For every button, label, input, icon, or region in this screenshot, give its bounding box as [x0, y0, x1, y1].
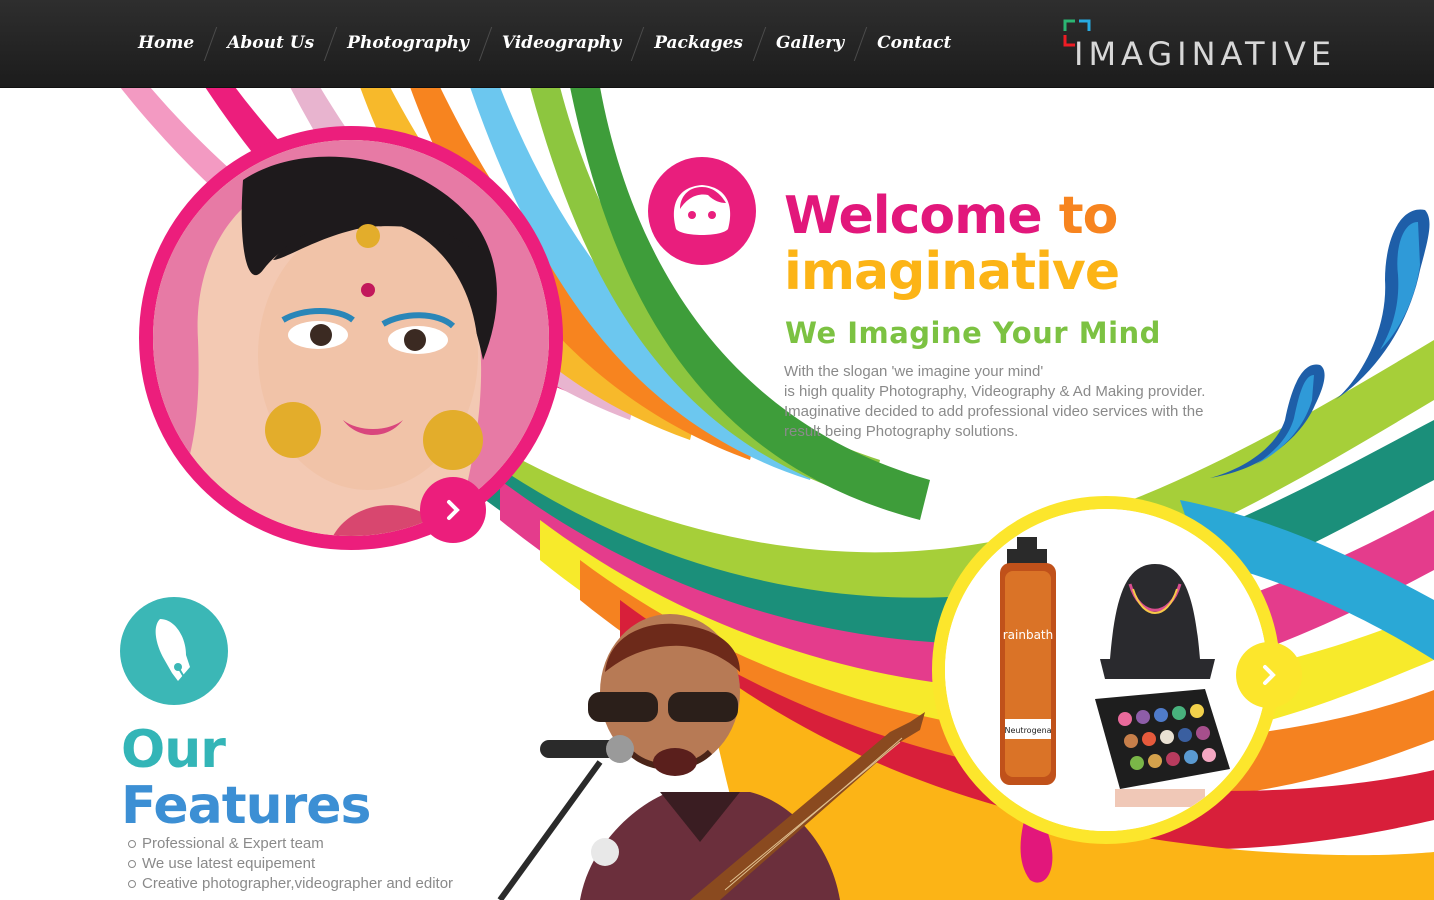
nav-videography[interactable]: Videography: [486, 0, 637, 87]
description-line: result being Photography solutions.: [784, 423, 1019, 440]
bottle-brand: Neutrogena: [1004, 726, 1051, 735]
nav-home[interactable]: Home: [122, 0, 210, 87]
description-line: With the slogan 'we imagine your mind': [784, 363, 1044, 380]
brand-word: imaginative: [784, 242, 1120, 302]
bride-portrait-illustration: [153, 140, 549, 536]
chevron-right-icon: [1263, 665, 1276, 685]
site-logo[interactable]: IMAGINATIVE: [1060, 16, 1331, 74]
pen-nib-icon: [120, 597, 228, 705]
products-image: rainbath Neutrogena: [932, 496, 1280, 844]
feature-item: Creative photographer,videographer and e…: [124, 874, 453, 894]
nav-contact[interactable]: Contact: [861, 0, 967, 87]
nav-packages[interactable]: Packages: [638, 0, 759, 87]
features-list: Professional & Expert team We use latest…: [124, 834, 453, 894]
products-next-button[interactable]: [1236, 642, 1302, 708]
bottle-label: rainbath: [1003, 628, 1054, 642]
features-heading: Our Features: [121, 720, 372, 836]
features-heading-line2: Features: [121, 776, 372, 836]
logo-text: IMAGINATIVE: [1074, 35, 1337, 73]
nav-about-us[interactable]: About Us: [211, 0, 330, 87]
top-navigation-bar: Home About Us Photography Videography Pa…: [0, 0, 1434, 88]
chevron-right-icon: [447, 500, 460, 520]
face-icon: [648, 157, 756, 265]
musician-with-guitar-image: [497, 614, 925, 900]
description-line: is high quality Photography, Videography…: [784, 383, 1206, 400]
main-menu: Home About Us Photography Videography Pa…: [122, 0, 967, 87]
tagline: We Imagine Your Mind: [785, 316, 1161, 350]
nav-gallery[interactable]: Gallery: [760, 0, 860, 87]
feature-item: Professional & Expert team: [124, 834, 453, 854]
bride-portrait-image: [139, 126, 563, 550]
welcome-description: With the slogan 'we imagine your mind' i…: [784, 362, 1244, 442]
to-word: to: [1058, 186, 1119, 246]
description-line: Imaginative decided to add professional …: [784, 403, 1204, 420]
bride-next-button[interactable]: [420, 477, 486, 543]
nav-photography[interactable]: Photography: [331, 0, 485, 87]
products-illustration: rainbath Neutrogena: [945, 509, 1267, 831]
feature-item: We use latest equipement: [124, 854, 453, 874]
welcome-heading: Welcome to imaginative: [784, 186, 1120, 302]
welcome-word: Welcome: [784, 186, 1043, 246]
features-heading-line1: Our: [121, 720, 226, 780]
